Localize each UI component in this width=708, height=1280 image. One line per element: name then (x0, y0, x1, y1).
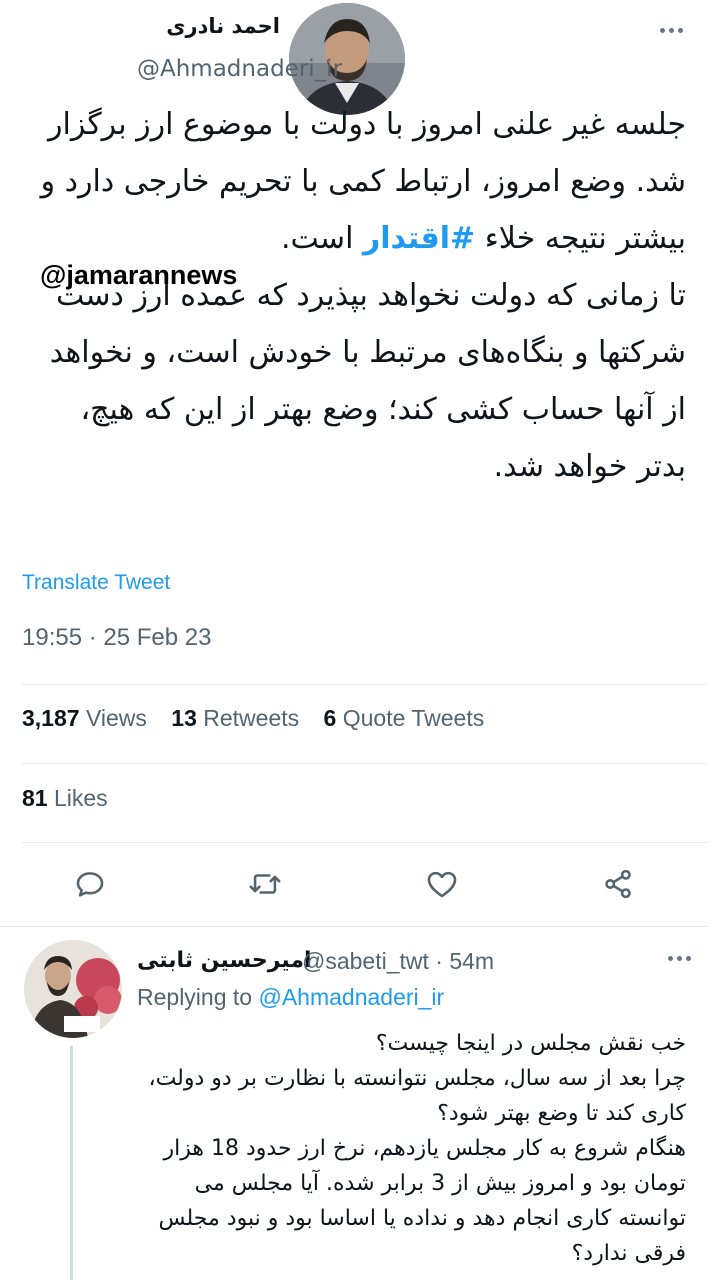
reply-icon (76, 872, 104, 897)
like-icon (427, 871, 457, 898)
retweets-stat[interactable]: 13 Retweets (171, 705, 299, 731)
divider (22, 684, 708, 685)
engagement-stats: 3,187 Views 13 Retweets 6 Quote Tweets (22, 705, 502, 732)
reply-avatar[interactable] (24, 940, 122, 1038)
tweet-text: جلسه غیر علنی امروز با دولت با موضوع ارز… (30, 96, 686, 495)
like-button[interactable] (420, 862, 464, 906)
replying-to-label: Replying to (137, 984, 253, 1010)
share-button[interactable] (596, 862, 640, 906)
divider (22, 842, 708, 843)
reply-author-name[interactable]: امیرحسین ثابتی (137, 948, 312, 973)
author-name[interactable]: احمد نادری (60, 14, 280, 38)
tweet-action-bar (0, 862, 708, 906)
tweet-text-part: است. (280, 221, 363, 256)
replying-to-line: Replying to @Ahmadnaderi_ir (137, 984, 444, 1011)
tweet-more-icon[interactable] (660, 28, 683, 33)
quote-tweets-stat[interactable]: 6 Quote Tweets (324, 705, 485, 731)
reply-author-photo (24, 940, 122, 1038)
reply-text: خب نقش مجلس در اینجا چیست؟ چرا بعد از سه… (148, 1031, 686, 1266)
views-stat[interactable]: 3,187 Views (22, 705, 147, 731)
retweet-button[interactable] (243, 862, 287, 906)
replying-to-handle-link[interactable]: @Ahmadnaderi_ir (258, 984, 444, 1010)
reply-button[interactable] (68, 862, 112, 906)
thread-connector-line (70, 1046, 73, 1280)
likes-stat[interactable]: 81 Likes (22, 785, 108, 812)
translate-tweet-link[interactable]: Translate Tweet (22, 571, 170, 595)
tweet-text-part: تا زمانی که دولت نخواهد بپذیرد که عمده ا… (49, 278, 686, 484)
share-icon (605, 869, 631, 899)
author-handle[interactable]: @Ahmadnaderi_ir (137, 56, 342, 82)
retweet-icon (249, 874, 281, 894)
watermark: @jamarannews (40, 260, 238, 290)
hashtag-link[interactable]: #اقتدار (363, 221, 475, 256)
divider (0, 926, 708, 927)
reply-author-handle[interactable]: @sabeti_twt · 54m (302, 948, 494, 975)
divider (22, 763, 708, 764)
reply-more-icon[interactable] (668, 956, 691, 961)
tweet-timestamp[interactable]: 19:55 · 25 Feb 23 (22, 624, 211, 652)
